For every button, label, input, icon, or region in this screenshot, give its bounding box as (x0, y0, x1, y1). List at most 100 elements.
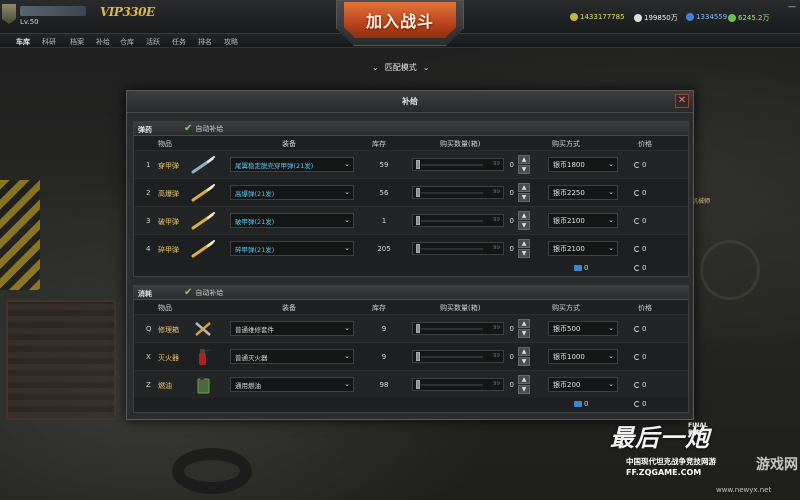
item-name: 破甲弹 (158, 218, 179, 226)
decrement-button[interactable]: ▼ (518, 385, 530, 394)
increment-button[interactable]: ▲ (518, 375, 530, 384)
increment-button[interactable]: ▲ (518, 183, 530, 192)
price-value: 0 (642, 381, 647, 389)
chevron-down-icon: ⌄ (372, 63, 379, 72)
total-coin-value: 0 (642, 400, 647, 408)
coin-icon (634, 354, 640, 360)
equipment-select[interactable]: 通用燃油 ⌄ (230, 377, 354, 392)
slider-handle[interactable] (416, 324, 420, 333)
quantity-stepper[interactable]: ▲ ▼ (518, 211, 530, 231)
background-pipe (700, 240, 760, 300)
payment-method-select[interactable]: 银币1800 ⌄ (548, 157, 618, 172)
payment-method-select[interactable]: 银币2250 ⌄ (548, 185, 618, 200)
item-name: 碎甲弹 (158, 246, 179, 254)
match-mode-select[interactable]: ⌄ 匹配模式 ⌄ (366, 62, 435, 73)
nav-item[interactable]: 仓库 (120, 37, 134, 47)
auto-supply-checkbox[interactable]: ✔ 自动补给 (184, 288, 223, 298)
quantity-slider[interactable]: 99 (412, 378, 504, 391)
hotkey-index: 3 (146, 217, 151, 225)
quantity-slider[interactable]: 99 (412, 350, 504, 363)
quantity-stepper[interactable]: ▲ ▼ (518, 155, 530, 175)
payment-method-select[interactable]: 银币200 ⌄ (548, 377, 618, 392)
increment-button[interactable]: ▲ (518, 211, 530, 220)
nav-item[interactable]: 任务 (172, 37, 186, 47)
chevron-down-icon: ⌄ (608, 216, 614, 224)
quantity-stepper[interactable]: ▲ ▼ (518, 375, 530, 395)
decrement-button[interactable]: ▼ (518, 165, 530, 174)
price: 0 (634, 353, 646, 361)
nav-item[interactable]: 科研 (42, 37, 56, 47)
nav-item[interactable]: 排名 (198, 37, 212, 47)
table-row: Z 燃油 通用燃油 ⌄ 98 99 0 ▲ ▼ 银币200 ⌄ 0 (134, 370, 688, 398)
auto-supply-checkbox[interactable]: ✔ 自动补给 (184, 124, 223, 134)
equipment-select[interactable]: 高爆弹(21发) ⌄ (230, 185, 354, 200)
quantity-slider[interactable]: 99 (412, 186, 504, 199)
decrement-button[interactable]: ▼ (518, 249, 530, 258)
column-header-pay: 购买方式 (552, 304, 580, 312)
increment-button[interactable]: ▲ (518, 319, 530, 328)
price: 0 (634, 189, 646, 197)
equipment-select[interactable]: 普通灭火器 ⌄ (230, 349, 354, 364)
minimize-icon[interactable]: — (788, 2, 796, 11)
ap-shell-icon (190, 156, 216, 174)
slider-handle[interactable] (416, 216, 420, 225)
quantity-slider[interactable]: 99 (412, 322, 504, 335)
equipment-select[interactable]: 尾翼稳定脱壳穿甲弹(21发) ⌄ (230, 157, 354, 172)
equipment-select[interactable]: 破甲弹(21发) ⌄ (230, 213, 354, 228)
item-name: 高爆弹 (158, 190, 179, 198)
slider-handle[interactable] (416, 352, 420, 361)
nav-item[interactable]: 活跃 (146, 37, 160, 47)
payment-method-select[interactable]: 银币500 ⌄ (548, 321, 618, 336)
quantity-slider[interactable]: 99 (412, 242, 504, 255)
quantity-slider[interactable]: 99 (412, 158, 504, 171)
quantity-stepper[interactable]: ▲ ▼ (518, 347, 530, 367)
quantity-stepper[interactable]: ▲ ▼ (518, 239, 530, 259)
currency-display: 199850万 (634, 13, 678, 23)
coin-icon (634, 162, 640, 168)
nav-item[interactable]: 车库 (16, 37, 30, 47)
increment-button[interactable]: ▲ (518, 239, 530, 248)
chevron-down-icon: ⌄ (344, 188, 350, 196)
slider-handle[interactable] (416, 244, 420, 253)
nav-item[interactable]: 档案 (70, 37, 84, 47)
increment-button[interactable]: ▲ (518, 347, 530, 356)
close-button[interactable]: ✕ (675, 94, 689, 108)
vip-badge: VIP330E (100, 5, 155, 19)
currency-value: 1433177785 (580, 13, 625, 21)
table-row: 1 穿甲弹 尾翼稳定脱壳穿甲弹(21发) ⌄ 59 99 0 ▲ ▼ 银币1800 ⌄ 0 (134, 150, 688, 178)
watermark-text: 游戏网 (756, 457, 798, 473)
payment-method-select[interactable]: 银币2100 ⌄ (548, 213, 618, 228)
currency-display: 6245.2万 (728, 13, 770, 23)
slider-track (421, 248, 483, 250)
equipment-select[interactable]: 碎甲弹(21发) ⌄ (230, 241, 354, 256)
decrement-button[interactable]: ▼ (518, 221, 530, 230)
currency-display: 1334559 (686, 13, 727, 21)
quantity-stepper[interactable]: ▲ ▼ (518, 183, 530, 203)
nav-item[interactable]: 攻略 (224, 37, 238, 47)
total-card-value: 0 (584, 400, 589, 408)
slider-handle[interactable] (416, 160, 420, 169)
background-mechanic-label[interactable]: 机械师 (692, 196, 710, 205)
nav-item[interactable]: 补给 (96, 37, 110, 47)
rows: 1 穿甲弹 尾翼稳定脱壳穿甲弹(21发) ⌄ 59 99 0 ▲ ▼ 银币1800 ⌄ 0 2 高爆弹 高爆… (134, 150, 688, 262)
table-row: 2 高爆弹 高爆弹(21发) ⌄ 56 99 0 ▲ ▼ 银币2250 ⌄ 0 (134, 178, 688, 206)
slider-handle[interactable] (416, 380, 420, 389)
join-battle-button[interactable]: 加入战斗 (344, 2, 456, 38)
decrement-button[interactable]: ▼ (518, 357, 530, 366)
coin-icon (634, 326, 640, 332)
decrement-button[interactable]: ▼ (518, 193, 530, 202)
increment-button[interactable]: ▲ (518, 155, 530, 164)
equipment-value: 普通灭火器 (235, 353, 268, 362)
total-coin-value: 0 (642, 264, 647, 272)
slider-handle[interactable] (416, 188, 420, 197)
equipment-value: 普通维修套件 (235, 325, 274, 334)
quantity-stepper[interactable]: ▲ ▼ (518, 319, 530, 339)
payment-method-select[interactable]: 银币2100 ⌄ (548, 241, 618, 256)
player-level: Lv.50 (20, 18, 39, 26)
stock-count: 56 (379, 189, 389, 197)
equipment-select[interactable]: 普通维修套件 ⌄ (230, 321, 354, 336)
payment-method-select[interactable]: 银币1000 ⌄ (548, 349, 618, 364)
fuel-can-icon (190, 376, 216, 394)
decrement-button[interactable]: ▼ (518, 329, 530, 338)
quantity-slider[interactable]: 99 (412, 214, 504, 227)
